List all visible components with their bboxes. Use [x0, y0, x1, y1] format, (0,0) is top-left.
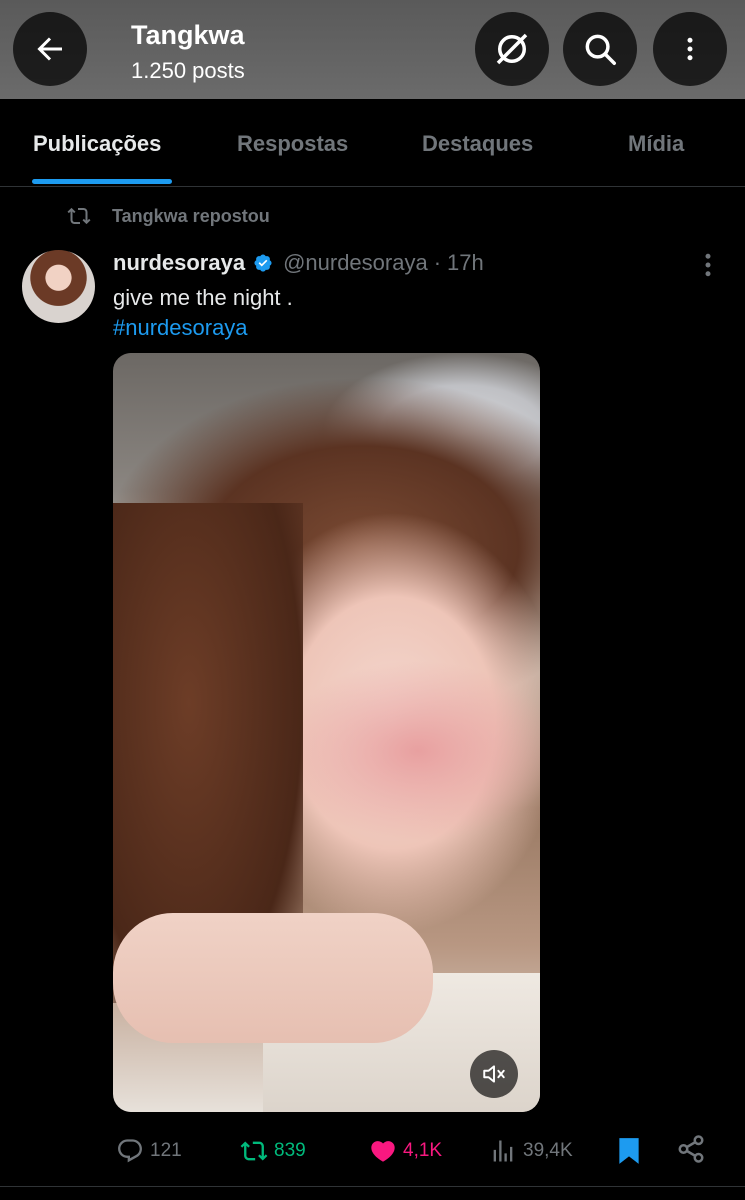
post-video[interactable]	[113, 353, 540, 1112]
post-more-icon[interactable]	[697, 250, 719, 280]
incognito-button[interactable]	[475, 12, 549, 86]
repost-button[interactable]: 839	[240, 1137, 306, 1165]
tab-midia[interactable]: Mídia	[628, 131, 684, 157]
post-count: 1.250 posts	[131, 58, 245, 83]
back-arrow-icon	[37, 37, 62, 61]
author-name[interactable]: nurdesoraya	[113, 250, 245, 276]
views-icon	[493, 1140, 513, 1162]
search-button[interactable]	[563, 12, 637, 86]
share-icon[interactable]	[676, 1134, 706, 1164]
verified-icon	[254, 254, 272, 272]
repost-label: Tangkwa repostou	[112, 205, 270, 226]
heart-icon	[371, 1141, 395, 1162]
profile-header: Tangkwa 1.250 posts	[0, 0, 745, 99]
view-count: 39,4K	[523, 1140, 573, 1161]
active-tab-indicator	[32, 179, 172, 184]
back-button[interactable]	[13, 12, 87, 86]
repost-context[interactable]: Tangkwa repostou	[64, 204, 270, 228]
views-button[interactable]: 39,4K	[489, 1137, 573, 1165]
mute-button[interactable]	[470, 1050, 518, 1098]
reply-icon	[118, 1139, 142, 1163]
like-count: 4,1K	[403, 1140, 443, 1161]
post-time[interactable]: 17h	[447, 250, 484, 276]
like-button[interactable]: 4,1K	[369, 1137, 442, 1165]
author-handle[interactable]: @nurdesoraya	[283, 250, 428, 276]
repost-count: 839	[274, 1140, 306, 1161]
profile-title: Tangkwa	[131, 20, 245, 50]
hashtag-link[interactable]: #nurdesoraya	[113, 315, 248, 341]
incognito-icon	[496, 33, 528, 65]
tab-publicacoes[interactable]: Publicações	[33, 131, 161, 157]
separator: ·	[433, 250, 442, 275]
more-vertical-icon	[687, 37, 693, 61]
bookmark-icon[interactable]	[616, 1136, 642, 1166]
search-icon	[585, 34, 616, 65]
more-options-button[interactable]	[653, 12, 727, 86]
profile-tabs: Publicações Respostas Destaques Mídia	[0, 99, 745, 187]
reply-count: 121	[150, 1140, 182, 1161]
post-author-row: nurdesoraya @nurdesoraya · 17h	[113, 250, 484, 276]
divider	[0, 1186, 745, 1187]
tab-respostas[interactable]: Respostas	[237, 131, 348, 157]
reply-button[interactable]: 121	[116, 1137, 182, 1165]
post-text: give me the night .	[113, 285, 293, 310]
mute-icon	[483, 1065, 505, 1083]
repost-icon	[67, 207, 91, 225]
tab-destaques[interactable]: Destaques	[422, 131, 533, 157]
avatar[interactable]	[22, 250, 95, 323]
video-frame-detail	[113, 913, 433, 1043]
repost-icon	[240, 1141, 268, 1161]
